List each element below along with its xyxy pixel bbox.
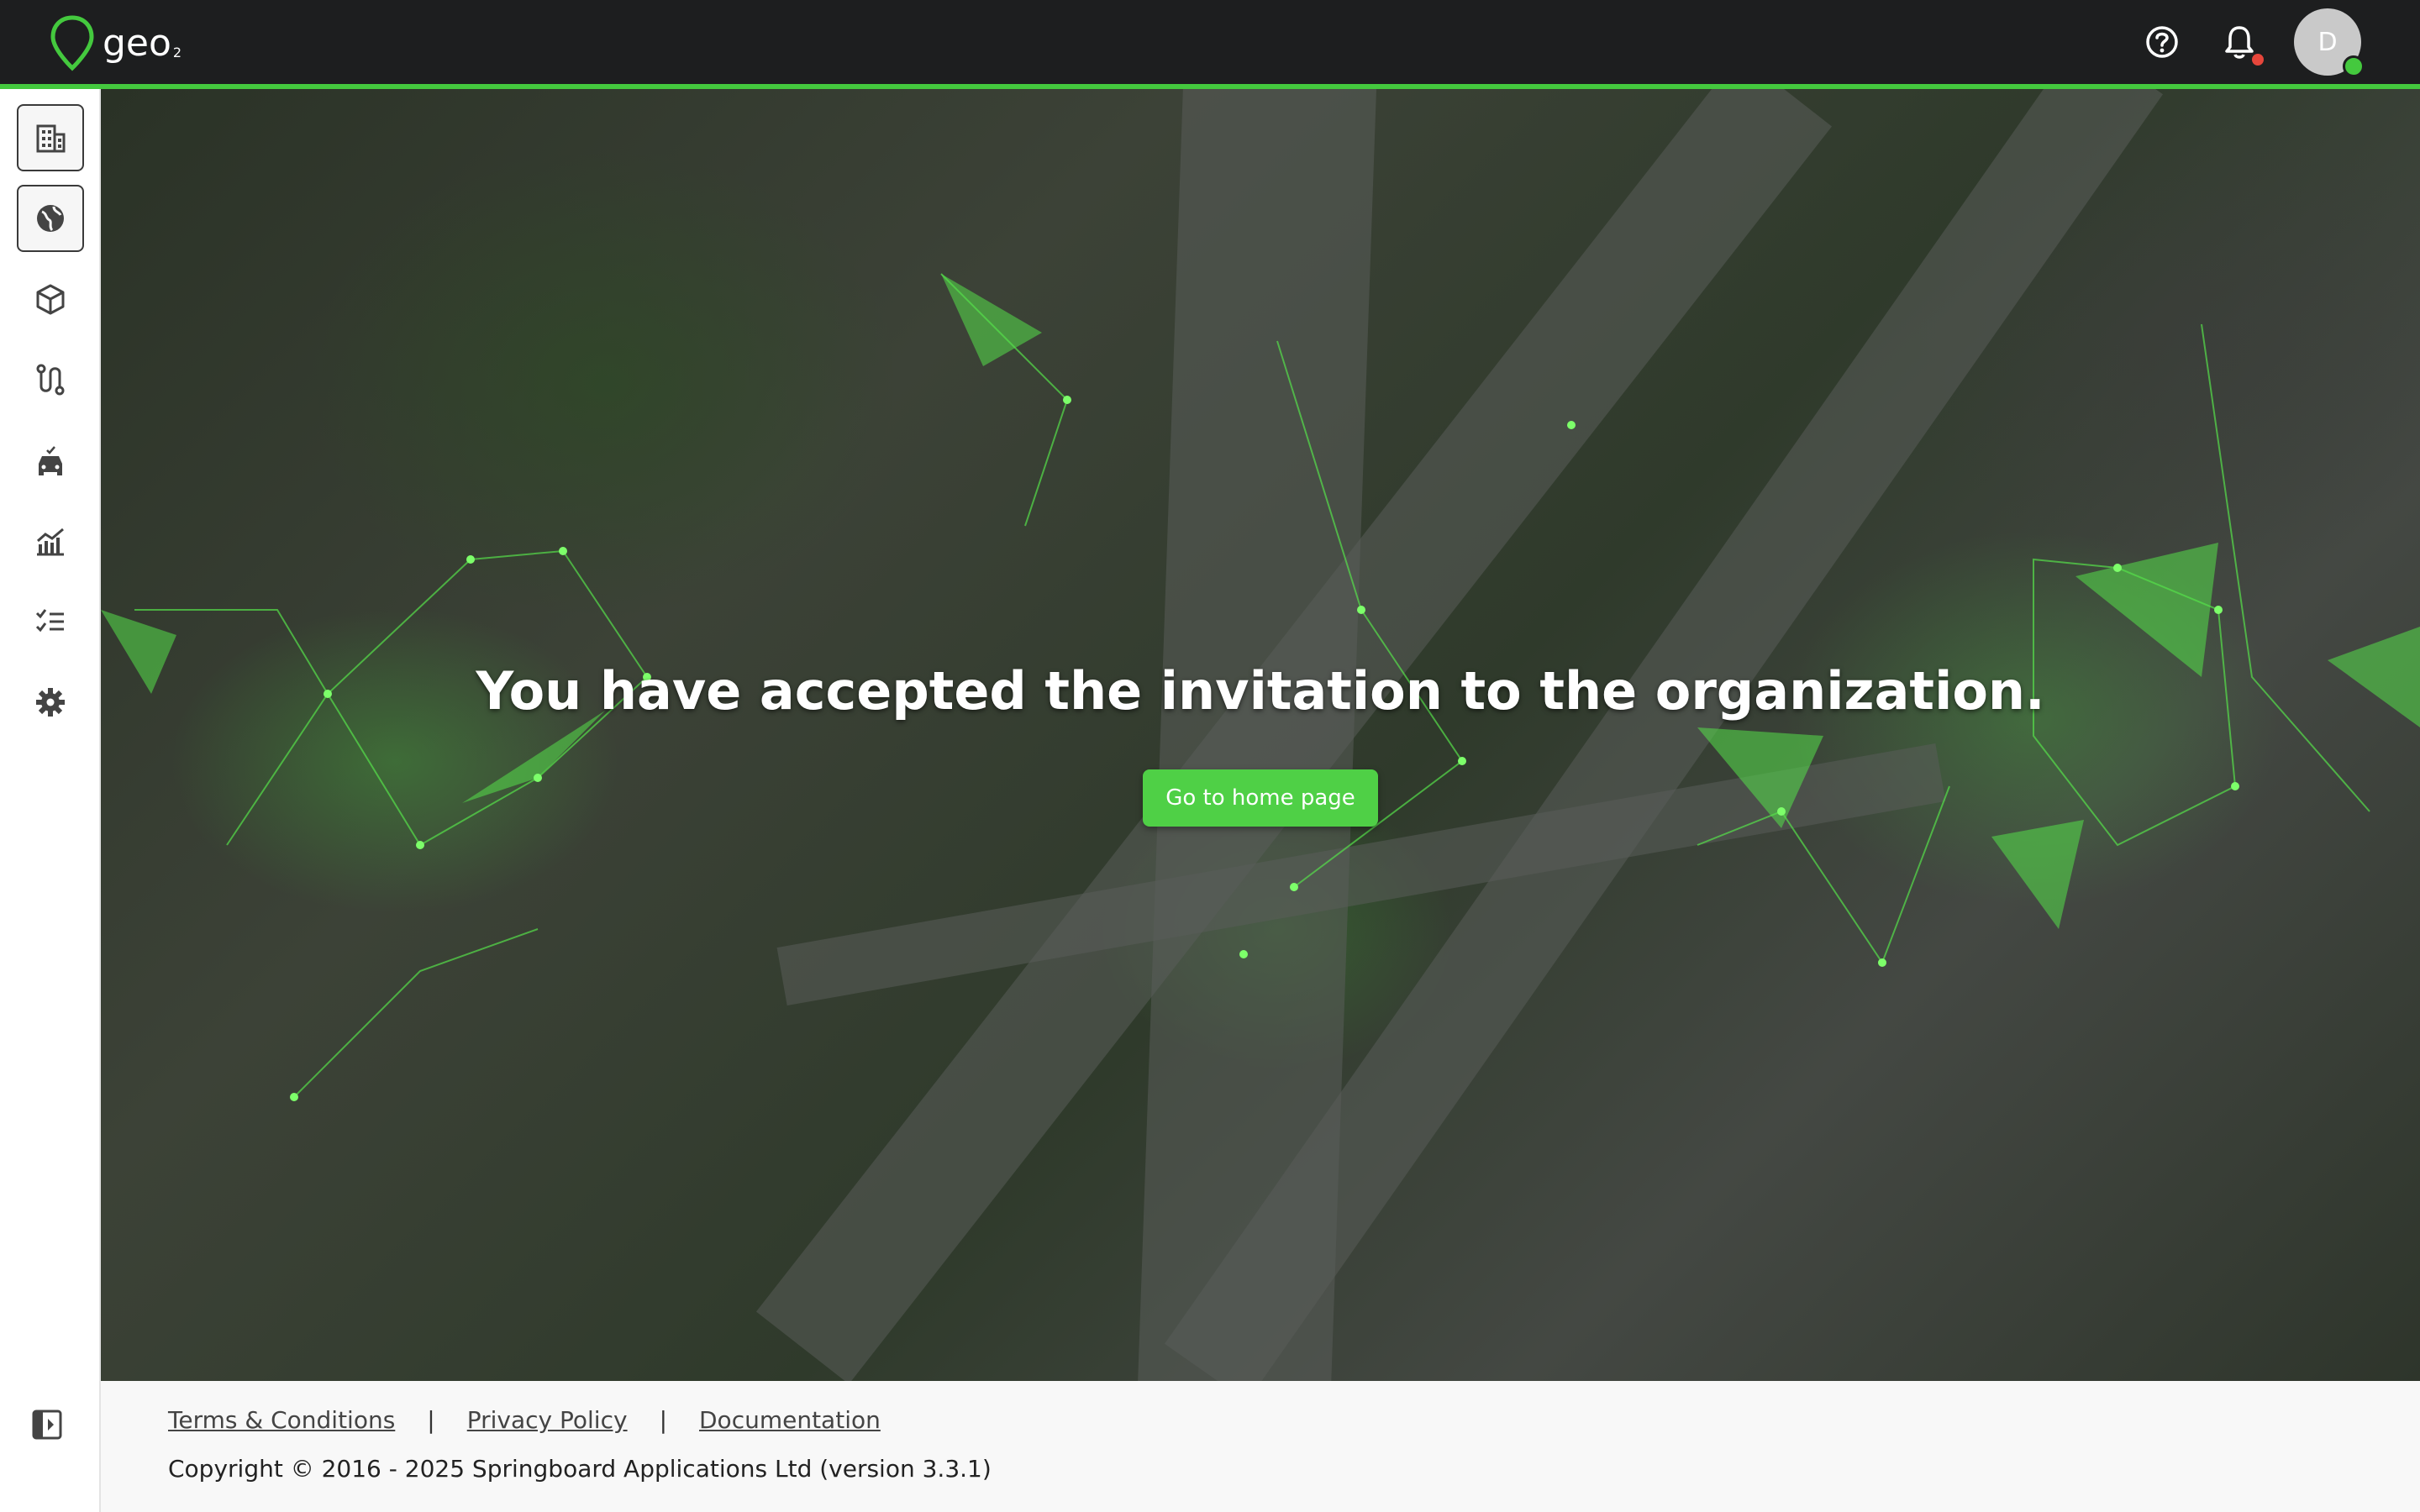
sidebar — [0, 89, 101, 1512]
chart-icon — [37, 528, 64, 556]
sidebar-item-analytics[interactable] — [17, 507, 84, 575]
sidebar-collapse-button[interactable] — [25, 1403, 69, 1446]
help-circle-icon — [2146, 26, 2178, 58]
sidebar-item-vehicles[interactable] — [17, 427, 84, 494]
footer-separator: | — [659, 1406, 667, 1434]
sidebar-item-settings[interactable] — [17, 669, 84, 736]
logo-text: geo — [103, 21, 171, 65]
sidebar-item-tasks[interactable] — [17, 588, 84, 655]
sidebar-item-globe[interactable] — [17, 185, 84, 252]
network-overlay — [101, 273, 2420, 1101]
footer-links: Terms & Conditions | Privacy Policy | Do… — [168, 1406, 881, 1434]
help-button[interactable] — [2139, 18, 2186, 66]
gear-icon — [36, 688, 65, 717]
route-icon — [36, 364, 65, 396]
privacy-link[interactable]: Privacy Policy — [467, 1406, 628, 1434]
sidebar-collapse-icon — [32, 1410, 62, 1440]
presence-indicator — [2343, 55, 2365, 77]
top-bar: geo 2 D — [0, 0, 2420, 84]
app-logo[interactable]: geo 2 — [49, 13, 182, 72]
terms-link[interactable]: Terms & Conditions — [168, 1406, 395, 1434]
box-icon — [36, 284, 65, 315]
checklist-icon — [35, 609, 64, 633]
bell-icon — [2225, 26, 2254, 59]
go-to-home-button[interactable]: Go to home page — [1143, 769, 1378, 827]
copyright-text: Copyright © 2016 - 2025 Springboard Appl… — [168, 1455, 992, 1483]
car-icon — [39, 446, 62, 475]
sidebar-item-routes[interactable] — [17, 346, 84, 413]
documentation-link[interactable]: Documentation — [699, 1406, 881, 1434]
building-icon — [36, 124, 66, 153]
notification-dot — [2252, 54, 2264, 66]
hero-background: You have accepted the invitation to the … — [101, 89, 2420, 1381]
location-pin-icon — [50, 15, 94, 71]
sidebar-item-organization[interactable] — [17, 104, 84, 171]
footer: Terms & Conditions | Privacy Policy | Do… — [101, 1381, 2420, 1512]
page-title: You have accepted the invitation to the … — [476, 660, 2045, 722]
avatar-initial: D — [2317, 27, 2338, 57]
globe-icon — [37, 205, 64, 232]
logo-subscript: 2 — [172, 44, 182, 60]
sidebar-item-packages[interactable] — [17, 265, 84, 333]
footer-separator: | — [427, 1406, 435, 1434]
